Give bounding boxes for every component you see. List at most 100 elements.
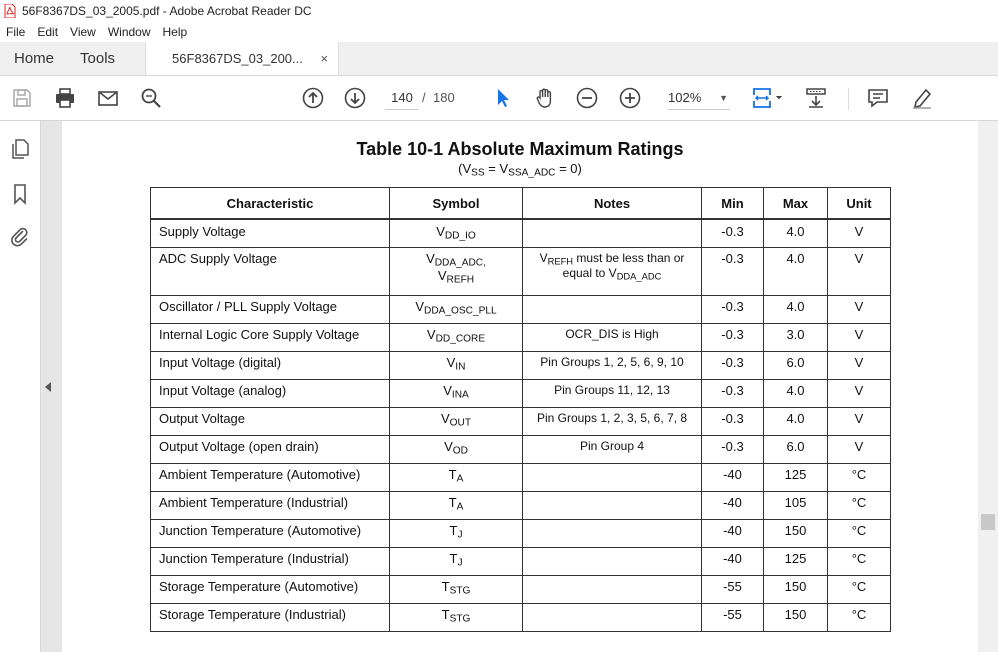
- cell-characteristic: Ambient Temperature (Industrial): [150, 490, 390, 520]
- max-value: 4.0: [786, 224, 805, 239]
- cell-characteristic: Output Voltage (open drain): [150, 434, 390, 464]
- unit-value: °C: [851, 550, 867, 566]
- cell-notes: Pin Group 4: [522, 434, 702, 464]
- notes-subscript: DDA_ADC: [616, 271, 662, 282]
- menu-file[interactable]: File: [0, 25, 31, 39]
- cell-notes: [522, 294, 702, 324]
- close-tab-icon[interactable]: ×: [320, 51, 328, 66]
- page-thumbnails-icon[interactable]: [8, 137, 32, 161]
- cell-characteristic: Storage Temperature (Industrial): [150, 602, 390, 632]
- cell-unit: V: [827, 246, 891, 296]
- subtitle-subscript: SSA_ADC: [508, 167, 556, 179]
- max-value: 6.0: [786, 438, 805, 454]
- menu-bar: File Edit View Window Help: [0, 22, 998, 42]
- column-header-characteristic: Characteristic: [150, 187, 390, 220]
- menu-edit[interactable]: Edit: [31, 25, 64, 39]
- table-row: Ambient Temperature (Industrial) TA -40 105…: [150, 490, 891, 520]
- min-value: -40: [723, 522, 742, 538]
- cell-symbol: TSTG: [389, 574, 523, 604]
- table-row: Oscillator / PLL Supply Voltage VDDA_OSC_…: [150, 294, 891, 324]
- table-row: Input Voltage (analog) VINA Pin Groups 11,…: [150, 378, 891, 408]
- symbol-base: V: [426, 326, 436, 342]
- cell-min: -0.3: [701, 218, 764, 248]
- attachment-icon[interactable]: [8, 225, 32, 249]
- unit-value: °C: [851, 522, 867, 538]
- cell-symbol: VIN: [389, 350, 523, 380]
- min-value: -0.3: [721, 298, 744, 314]
- highlight-pen-icon[interactable]: [910, 86, 934, 110]
- scroll-mode-icon[interactable]: [804, 86, 828, 110]
- comment-icon[interactable]: [866, 86, 890, 110]
- min-value: -0.3: [721, 326, 744, 342]
- menu-window[interactable]: Window: [102, 25, 157, 39]
- table-title: Table 10-1 Absolute Maximum Ratings: [356, 139, 684, 159]
- symbol-base: T: [441, 606, 450, 622]
- cell-notes: [522, 546, 702, 576]
- bookmark-icon[interactable]: [8, 182, 32, 206]
- search-zoom-icon[interactable]: [139, 86, 163, 110]
- cell-min: -40: [701, 490, 764, 520]
- unit-value: V: [854, 224, 864, 239]
- max-value: 150: [784, 522, 807, 538]
- max-value: 105: [784, 494, 807, 510]
- table-row: Input Voltage (digital) VIN Pin Groups 1, …: [150, 350, 891, 380]
- page-separator: /: [422, 90, 426, 105]
- symbol-subscript: IN: [455, 361, 466, 373]
- unit-value: V: [854, 326, 864, 342]
- email-icon[interactable]: [96, 86, 120, 110]
- cell-max: 125: [763, 546, 828, 576]
- symbol-base: V: [440, 410, 450, 426]
- max-value: 4.0: [786, 382, 805, 398]
- cell-unit: V: [827, 434, 891, 464]
- cell-min: -0.3: [701, 406, 764, 436]
- tab-tools[interactable]: Tools: [68, 42, 135, 75]
- cell-symbol: VDDA_OSC_PLL: [389, 294, 523, 324]
- cell-symbol: TSTG: [389, 602, 523, 632]
- symbol-subscript: J: [457, 529, 463, 541]
- symbol-subscript: A: [456, 501, 464, 513]
- characteristic-text: Output Voltage (open drain): [159, 438, 319, 454]
- cell-max: 6.0: [763, 434, 828, 464]
- cell-notes: [522, 602, 702, 632]
- pdf-file-icon: [4, 4, 16, 18]
- notes-text: Pin Groups 11, 12, 13: [554, 382, 670, 397]
- notes-text: Pin Group 4: [579, 438, 645, 453]
- fit-page-icon[interactable]: [750, 86, 786, 110]
- previous-page-icon[interactable]: [301, 86, 325, 110]
- unit-value: V: [854, 382, 864, 398]
- menu-view[interactable]: View: [64, 25, 102, 39]
- cell-unit: °C: [827, 546, 891, 576]
- collapse-panel-icon[interactable]: [45, 382, 51, 392]
- cell-min: -55: [701, 574, 764, 604]
- save-icon[interactable]: [10, 86, 34, 110]
- cell-unit: °C: [827, 574, 891, 604]
- page-number-input[interactable]: 140: [385, 87, 419, 110]
- tab-home[interactable]: Home: [0, 42, 68, 75]
- zoom-level-dropdown[interactable]: 102% ▼: [668, 87, 730, 110]
- max-value: 4.0: [786, 410, 805, 426]
- zoom-out-icon[interactable]: [575, 86, 599, 110]
- vertical-scrollbar[interactable]: [978, 121, 998, 652]
- unit-value: °C: [851, 578, 867, 594]
- table-body: Supply Voltage VDD_IO -0.3 4.0 V ADC Supply V…: [150, 218, 891, 632]
- characteristic-text: Input Voltage (analog): [159, 382, 287, 398]
- symbol-subscript: STG: [449, 585, 471, 597]
- table-header-row: Characteristic Symbol Notes Min Max Unit: [150, 187, 891, 220]
- cell-max: 150: [763, 518, 828, 548]
- cell-notes: [522, 490, 702, 520]
- notes-text: Pin Groups 1, 2, 3, 5, 6, 7, 8: [536, 410, 688, 425]
- select-cursor-icon[interactable]: [491, 86, 515, 110]
- hand-tool-icon[interactable]: [533, 86, 557, 110]
- menu-help[interactable]: Help: [157, 25, 194, 39]
- next-page-icon[interactable]: [343, 86, 367, 110]
- print-icon[interactable]: [53, 86, 77, 110]
- zoom-in-icon[interactable]: [618, 86, 642, 110]
- cell-min: -40: [701, 462, 764, 492]
- cell-unit: °C: [827, 518, 891, 548]
- tab-document[interactable]: 56F8367DS_03_200... ×: [145, 42, 340, 75]
- chevron-down-icon: ▼: [719, 93, 728, 103]
- cell-unit: V: [827, 294, 891, 324]
- max-value: 150: [784, 606, 807, 622]
- scrollbar-thumb[interactable]: [981, 514, 995, 530]
- toolbar-divider: [848, 88, 849, 110]
